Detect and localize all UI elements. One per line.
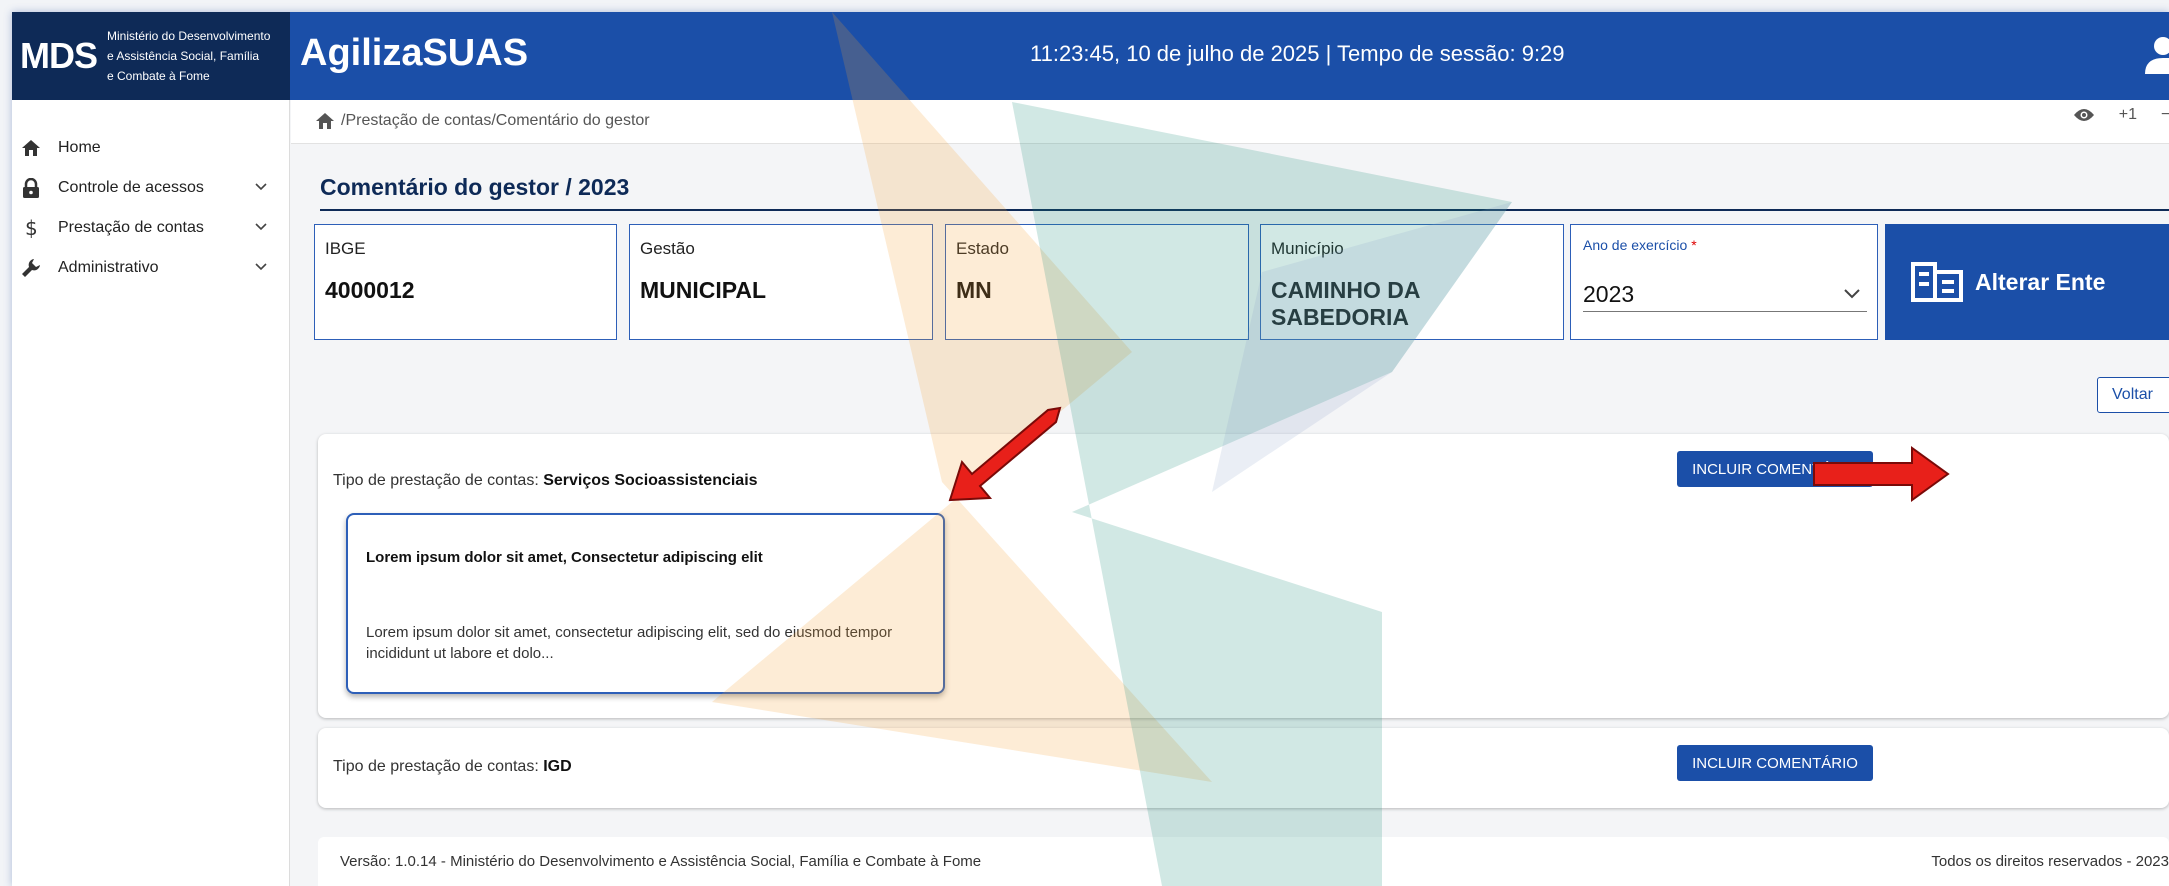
home-icon: [20, 137, 42, 159]
municipio-card: Município CAMINHO DA SABEDORIA: [1260, 224, 1564, 340]
sidebar-item-administrativo[interactable]: Administrativo: [12, 250, 290, 286]
alterar-ente-button[interactable]: Alterar Ente: [1885, 224, 2169, 340]
sidebar: Home Controle de acessos $ Prestação de …: [12, 100, 290, 886]
app-window: MDS Ministério do Desenvolvimento e Assi…: [12, 12, 2169, 886]
chevron-down-icon: [255, 263, 267, 271]
voltar-button[interactable]: Voltar: [2097, 377, 2169, 413]
comment-text: Lorem ipsum dolor sit amet, consectetur …: [366, 624, 893, 662]
sidebar-item-prestacao-de-contas[interactable]: $ Prestação de contas: [12, 210, 290, 246]
required-mark: *: [1691, 237, 1697, 253]
gestao-value: MUNICIPAL: [640, 277, 767, 303]
chevron-down-icon: [255, 223, 267, 231]
user-icon[interactable]: [2143, 34, 2169, 74]
incluir-comentario-button[interactable]: INCLUIR COMENTÁRIO: [1677, 451, 1873, 487]
ano-exercicio-select[interactable]: Ano de exercício * 2023: [1570, 224, 1878, 340]
wrench-icon: [20, 257, 42, 279]
ano-exercicio-label-text: Ano de exercício: [1583, 237, 1688, 253]
sidebar-item-label: Prestação de contas: [58, 219, 204, 236]
breadcrumb-path[interactable]: /Prestação de contas/Comentário do gesto…: [341, 112, 650, 130]
section-type-label: Tipo de prestação de contas:: [333, 758, 544, 775]
home-icon[interactable]: [315, 112, 335, 130]
ibge-value: 4000012: [325, 277, 415, 303]
section-type-value: IGD: [543, 758, 572, 775]
eye-icon[interactable]: [2073, 107, 2095, 123]
building-icon: [1911, 262, 1963, 302]
section-type: Tipo de prestação de contas: Serviços So…: [333, 472, 758, 490]
font-increase-button[interactable]: +1: [2119, 106, 2137, 124]
ibge-label: IBGE: [325, 239, 366, 258]
footer-copyright: Todos os direitos reservados - 2023: [1931, 853, 2169, 870]
alterar-ente-label: Alterar Ente: [1975, 268, 2106, 295]
ano-exercicio-value: 2023: [1583, 281, 1635, 307]
top-bar: AgilizaSUAS 11:23:45, 10 de julho de 202…: [290, 12, 2169, 100]
municipio-label: Município: [1271, 239, 1344, 258]
sidebar-item-label: Administrativo: [58, 259, 159, 276]
chevron-down-icon: [255, 183, 267, 191]
ibge-card: IBGE 4000012: [314, 224, 617, 340]
accessibility-tools: +1 −1: [2073, 106, 2169, 124]
section-igd: Tipo de prestação de contas: IGD: [318, 728, 2169, 808]
gestao-label: Gestão: [640, 239, 695, 258]
ano-exercicio-label: Ano de exercício *: [1583, 237, 1697, 253]
session-clock: 11:23:45, 10 de julho de 2025 | Tempo de…: [1030, 41, 1565, 66]
chevron-down-icon: [1844, 289, 1860, 299]
page-title: Comentário do gestor / 2023: [320, 174, 630, 200]
logo-subtitle-line: Ministério do Desenvolvimento: [107, 29, 271, 43]
app-name: AgilizaSUAS: [300, 32, 529, 74]
font-decrease-button[interactable]: −1: [2161, 106, 2169, 124]
dollar-icon: $: [20, 217, 42, 239]
logo-subtitle-line: e Assistência Social, Família: [107, 49, 260, 63]
comment-title: Lorem ipsum dolor sit amet, Consectetur …: [366, 549, 763, 566]
footer: Versão: 1.0.14 - Ministério do Desenvolv…: [318, 837, 2169, 886]
estado-value: MN: [956, 277, 992, 303]
breadcrumb: /Prestação de contas/Comentário do gesto…: [315, 112, 650, 130]
mds-logo: MDS Ministério do Desenvolvimento e Assi…: [12, 12, 290, 100]
gestao-card: Gestão MUNICIPAL: [629, 224, 933, 340]
comment-card[interactable]: Lorem ipsum dolor sit amet, Consectetur …: [346, 513, 945, 694]
sidebar-item-label: Controle de acessos: [58, 179, 204, 196]
incluir-comentario-button[interactable]: INCLUIR COMENTÁRIO: [1677, 745, 1873, 781]
sidebar-item-controle-de-acessos[interactable]: Controle de acessos: [12, 170, 290, 206]
svg-text:$: $: [25, 217, 38, 239]
footer-version: Versão: 1.0.14 - Ministério do Desenvolv…: [340, 853, 982, 870]
lock-icon: [20, 177, 42, 199]
section-type: Tipo de prestação de contas: IGD: [333, 758, 572, 776]
logo-text: MDS: [20, 35, 98, 76]
estado-card: Estado MN: [945, 224, 1249, 340]
logo-subtitle: Ministério do Desenvolvimento e Assistên…: [107, 26, 287, 86]
sidebar-item-home[interactable]: Home: [12, 130, 290, 166]
municipio-value: CAMINHO DA SABEDORIA: [1271, 277, 1420, 330]
select-underline: [1583, 311, 1867, 312]
sidebar-item-label: Home: [58, 139, 101, 156]
breadcrumb-bar: /Prestação de contas/Comentário do gesto…: [291, 100, 2169, 144]
title-divider: [320, 209, 2169, 211]
section-type-label: Tipo de prestação de contas:: [333, 472, 544, 489]
estado-label: Estado: [956, 239, 1009, 258]
logo-subtitle-line: e Combate à Fome: [107, 69, 210, 83]
section-type-value: Serviços Socioassistenciais: [543, 472, 758, 489]
